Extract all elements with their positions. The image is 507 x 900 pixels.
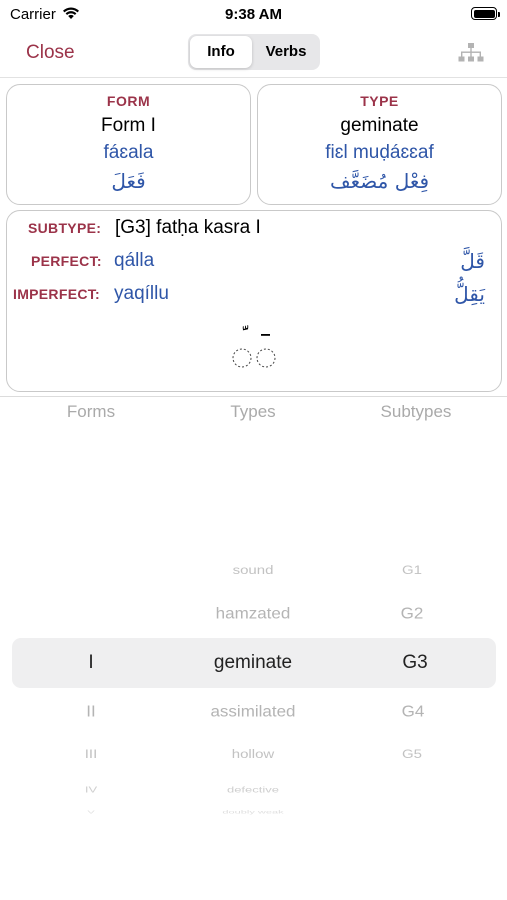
hierarchy-icon[interactable] [458, 42, 484, 69]
picker-header-forms: Forms [66, 402, 116, 421]
form-value: Form I [101, 115, 156, 136]
picker-subtype-item[interactable]: G3 [350, 652, 480, 674]
perfect-value: qálla [114, 250, 155, 271]
picker-form-item[interactable]: IV [26, 785, 156, 795]
type-card: TYPE geminate fiɛl muḍáɛɛaf فِعْل مُضَعَ… [257, 84, 502, 205]
navigation-bar: Close Info Verbs [0, 30, 507, 78]
picker-header-subtypes: Subtypes [380, 402, 452, 421]
picker-type-item[interactable]: defective [188, 785, 318, 795]
picker-subtype-item[interactable]: G1 [347, 564, 477, 578]
subtype-detail-card: SUBTYPE: [G3] fatḥa kasra I PERFECT: qál… [6, 210, 502, 392]
type-transliteration: fiɛl muḍáɛɛaf [325, 142, 434, 163]
picker-type-item[interactable]: sound [188, 564, 318, 578]
type-value: geminate [340, 115, 419, 136]
picker-type-item[interactable]: hollow [188, 748, 318, 762]
picker-type-item[interactable]: geminate [188, 652, 318, 674]
form-heading: FORM [106, 93, 151, 109]
picker-form-item[interactable]: II [26, 703, 156, 721]
close-button[interactable]: Close [26, 42, 75, 64]
perfect-label: PERFECT: [31, 253, 102, 269]
subtype-label: SUBTYPE: [28, 220, 102, 236]
picker-form-item[interactable]: I [26, 652, 156, 674]
type-heading: TYPE [360, 93, 399, 109]
picker-type-item[interactable]: hamzated [188, 605, 318, 624]
info-verbs-segmented-control: Info Verbs [188, 34, 320, 70]
imperfect-arabic: يَقِلُّ [454, 282, 485, 306]
vowel-pattern-icon: َّ [228, 323, 288, 371]
form-arabic: فَعَلَ [111, 169, 146, 193]
status-time: 9:38 AM [225, 6, 282, 23]
picker-subtype-item[interactable]: G2 [347, 605, 477, 624]
section-divider [0, 396, 507, 397]
picker-subtype-item[interactable]: G5 [347, 748, 477, 762]
form-card: FORM Form I fáɛala فَعَلَ [6, 84, 251, 205]
form-transliteration: fáɛala [103, 142, 154, 163]
battery-icon [471, 7, 500, 20]
picker-subtype-item[interactable]: G4 [348, 703, 478, 721]
picker-form-item[interactable]: V [26, 809, 156, 814]
picker-type-item[interactable]: assimilated [188, 703, 318, 721]
imperfect-value: yaqíllu [114, 283, 169, 304]
perfect-arabic: قَلَّ [460, 249, 485, 273]
picker-form-item[interactable]: III [26, 748, 156, 762]
subtype-value: [G3] fatḥa kasra I [115, 217, 261, 238]
status-bar: Carrier 9:38 AM [0, 0, 507, 30]
picker-header-types: Types [230, 402, 276, 421]
picker-type-item[interactable]: doubly weak [188, 809, 318, 814]
segment-verbs[interactable]: Verbs [254, 36, 318, 68]
segment-info[interactable]: Info [190, 36, 252, 68]
svg-text:َّ: َّ [242, 325, 249, 331]
type-arabic: فِعْل مُضَعَّف [329, 169, 430, 193]
imperfect-label: IMPERFECT: [13, 286, 100, 302]
